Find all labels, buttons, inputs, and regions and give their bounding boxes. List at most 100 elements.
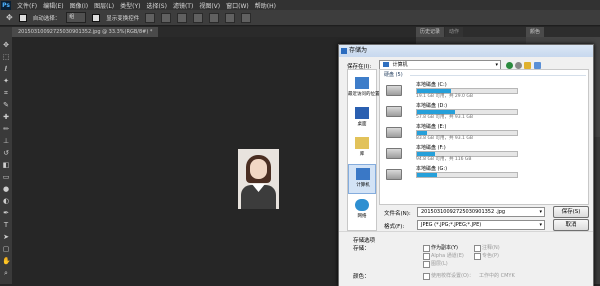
dodge-icon[interactable]: ◐ [2, 197, 10, 205]
notes-label: 注释(N) [482, 245, 500, 251]
hard-drive-icon [386, 106, 402, 117]
new-folder-icon[interactable] [524, 62, 531, 69]
proof-checkbox[interactable] [423, 273, 430, 280]
history-panel-tabs: 历史记录 动作 [416, 27, 526, 37]
drive-f[interactable]: 本地磁盘 (F:) 94.8 GB 可用，共 116 GB [386, 144, 576, 163]
path-select-icon[interactable]: ➤ [2, 233, 10, 241]
show-transform-checkbox[interactable] [92, 13, 101, 22]
crop-icon[interactable]: ⌗ [2, 89, 10, 97]
document-tabstrip: 20150310092725030901352.jpg @ 33.3%(RGB/… [12, 27, 416, 37]
magic-wand-icon[interactable]: ✦ [2, 77, 10, 85]
drive-d[interactable]: 本地磁盘 (D:) 57.8 GB 可用，共 93.1 GB [386, 102, 576, 121]
align-bottom-icon[interactable] [177, 12, 188, 23]
hard-drive-icon [386, 169, 402, 180]
desktop-icon [355, 107, 369, 119]
menu-type[interactable]: 类型(Y) [120, 1, 140, 10]
cancel-button[interactable]: 取消 [553, 219, 589, 231]
filename-input[interactable]: 20150310092725030901352 .jpg ▾ [417, 207, 545, 217]
file-list[interactable]: 硬盘 (5) 本地磁盘 (C:) 19.1 GB 可用，共 29.0 GB 本地… [379, 69, 589, 205]
history-brush-icon[interactable]: ↺ [2, 149, 10, 157]
spot-checkbox[interactable] [474, 253, 481, 260]
menu-layer[interactable]: 图层(L) [94, 1, 114, 10]
eraser-icon[interactable]: ◧ [2, 161, 10, 169]
auto-select-label: 自动选择： [32, 15, 61, 22]
hard-drive-icon [386, 85, 402, 96]
alpha-checkbox[interactable] [423, 253, 430, 260]
options-save-label: 存储： [353, 246, 370, 252]
alpha-label: Alpha 通道(E) [431, 253, 464, 259]
computer-icon [356, 168, 370, 180]
hard-drive-icon [386, 127, 402, 138]
align-left-icon[interactable] [193, 12, 204, 23]
drive-g[interactable]: 本地磁盘 (G:) [386, 165, 576, 184]
group-header: 硬盘 (5) [384, 72, 403, 78]
auto-select-dropdown[interactable]: 组 [66, 12, 87, 23]
menu-view[interactable]: 视图(V) [199, 1, 220, 10]
place-libraries[interactable]: 库 [348, 134, 376, 164]
portrait-photo [238, 149, 279, 209]
lasso-icon[interactable]: ℓ [2, 65, 10, 73]
pen-icon[interactable]: ✒ [2, 209, 10, 217]
place-desktop[interactable]: 桌面 [348, 104, 376, 134]
hard-drive-icon [386, 148, 402, 159]
menu-edit[interactable]: 编辑(E) [43, 1, 63, 10]
layers-label: 图层(L) [431, 261, 448, 267]
auto-select-checkbox[interactable] [18, 13, 27, 22]
options-bar: ✥ 自动选择： 组 显示变换控件 [0, 10, 600, 26]
chevron-down-icon: ▾ [539, 222, 542, 228]
chevron-down-icon: ▾ [539, 209, 542, 215]
align-top-icon[interactable] [145, 12, 156, 23]
notes-checkbox[interactable] [474, 245, 481, 252]
place-computer[interactable]: 计算机 [348, 164, 376, 194]
proof-value: 工作中的 CMYK [479, 273, 515, 279]
back-icon[interactable] [506, 62, 513, 69]
view-menu-icon[interactable] [534, 62, 541, 69]
menu-help[interactable]: 帮助(H) [255, 1, 276, 10]
eyedropper-icon[interactable]: ✎ [2, 101, 10, 109]
distribute-icon[interactable] [241, 12, 252, 23]
blur-icon[interactable]: ● [2, 185, 10, 193]
tab-color[interactable]: 颜色 [526, 27, 545, 37]
options-header: 存储选项 [353, 238, 376, 244]
menu-filter[interactable]: 滤镜(T) [173, 1, 193, 10]
stamp-icon[interactable]: ⊥ [2, 137, 10, 145]
document-tab[interactable]: 20150310092725030901352.jpg @ 33.3%(RGB/… [12, 27, 159, 37]
align-middle-icon[interactable] [161, 12, 172, 23]
copy-checkbox[interactable] [423, 245, 430, 252]
menu-file[interactable]: 文件(F) [17, 1, 37, 10]
drive-e[interactable]: 本地磁盘 (E:) 83.8 GB 可用，共 93.1 GB [386, 123, 576, 142]
hand-icon[interactable]: ✋ [2, 257, 11, 265]
photoshop-logo: Ps [1, 0, 11, 10]
move-icon[interactable]: ✥ [2, 41, 10, 49]
marquee-icon[interactable]: ⬚ [2, 53, 10, 61]
menu-window[interactable]: 窗口(W) [226, 1, 249, 10]
computer-icon [383, 62, 389, 67]
align-right-icon[interactable] [225, 12, 236, 23]
menu-select[interactable]: 选择(S) [146, 1, 167, 10]
tab-actions[interactable]: 动作 [445, 27, 464, 37]
move-tool-icon[interactable]: ✥ [6, 13, 13, 22]
text-icon[interactable]: T [2, 221, 10, 229]
layers-checkbox[interactable] [423, 261, 430, 268]
save-as-dialog: 存储为 保存在(I): 计算机 ▾ 最近访问的位置 桌面 库 计算机 网络 硬盘… [338, 44, 594, 286]
tab-history[interactable]: 历史记录 [416, 27, 445, 37]
brush-icon[interactable]: ✏ [2, 125, 10, 133]
recent-places-icon [355, 77, 369, 89]
gradient-icon[interactable]: ▭ [2, 173, 10, 181]
proof-label: 使用校样设置(O)： [431, 273, 474, 279]
shape-icon[interactable]: ▢ [2, 245, 10, 253]
save-options-section: 存储选项 存储： 作为副本(Y) 注释(N) Alpha 通道(E) 专色(P)… [339, 231, 593, 286]
drive-c[interactable]: 本地磁盘 (C:) 19.1 GB 可用，共 29.0 GB [386, 81, 576, 100]
save-button[interactable]: 保存(S) [553, 206, 589, 218]
format-dropdown[interactable]: JPEG (*.JPG;*.JPEG;*.JPE) ▾ [417, 220, 545, 230]
healing-icon[interactable]: ✚ [2, 113, 10, 121]
place-network[interactable]: 网络 [348, 196, 376, 226]
menu-image[interactable]: 图像(I) [70, 1, 88, 10]
align-center-icon[interactable] [209, 12, 220, 23]
place-recent[interactable]: 最近访问的位置 [348, 74, 380, 104]
color-panel-tabs: 颜色 [526, 27, 600, 37]
spot-label: 专色(P) [482, 253, 499, 259]
places-bar: 最近访问的位置 桌面 库 计算机 网络 [347, 69, 380, 231]
zoom-icon[interactable]: ⌕ [2, 269, 10, 277]
up-folder-icon[interactable] [515, 62, 522, 69]
